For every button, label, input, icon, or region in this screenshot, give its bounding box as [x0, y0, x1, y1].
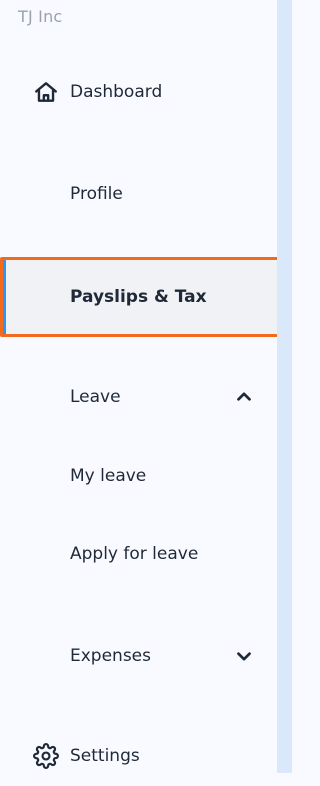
sidebar-item-leave[interactable]: Leave [0, 367, 277, 427]
sidebar-item-label: Settings [70, 746, 140, 766]
sidebar-item-label: Payslips & Tax [70, 287, 207, 307]
sidebar-item-label: Apply for leave [70, 544, 199, 564]
sidebar-item-dashboard[interactable]: Dashboard [0, 62, 277, 122]
sidebar-item-payslips-tax[interactable]: Payslips & Tax [0, 257, 292, 337]
sidebar-item-profile[interactable]: Profile [0, 164, 277, 224]
sidebar-item-label: Dashboard [70, 82, 163, 102]
vertical-scrollbar[interactable] [277, 0, 292, 773]
sidebar-item-label: Profile [70, 184, 123, 204]
home-icon [33, 79, 59, 105]
sidebar-item-label: Expenses [70, 646, 151, 666]
chevron-up-icon[interactable] [233, 386, 255, 408]
company-name: TJ Inc [18, 7, 63, 26]
sidebar-item-my-leave[interactable]: My leave [0, 446, 277, 506]
sidebar-item-label: Leave [70, 387, 121, 407]
gear-icon [33, 743, 59, 769]
sidebar-item-expenses[interactable]: Expenses [0, 626, 277, 686]
active-indicator [3, 260, 6, 334]
chevron-down-icon[interactable] [233, 645, 255, 667]
sidebar-item-label: My leave [70, 466, 147, 486]
sidebar: TJ Inc Dashboard Profile Payslips & Tax … [0, 0, 292, 773]
sidebar-item-apply-for-leave[interactable]: Apply for leave [0, 524, 277, 584]
sidebar-item-settings[interactable]: Settings [0, 726, 277, 786]
